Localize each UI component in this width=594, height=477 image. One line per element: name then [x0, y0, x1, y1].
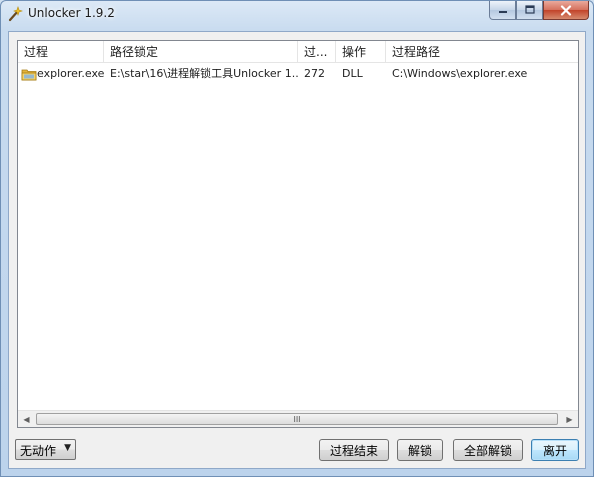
maximize-icon	[524, 5, 535, 14]
list-header: 过程 路径锁定 过... 操作 过程路径	[18, 41, 578, 63]
quit-button[interactable]: 离开	[531, 439, 579, 461]
minimize-button[interactable]	[489, 1, 516, 20]
horizontal-scrollbar[interactable]: ◀ III ▶	[18, 410, 578, 427]
action-select[interactable]: 无动作 ▼	[15, 439, 76, 460]
column-header-process-path[interactable]: 过程路径	[386, 41, 578, 63]
grip-icon: III	[293, 414, 301, 424]
scroll-right-arrow-icon: ▶	[566, 414, 573, 424]
close-icon	[560, 4, 572, 16]
wand-icon	[8, 6, 23, 22]
title-bar[interactable]: Unlocker 1.9.2	[1, 1, 593, 29]
cell-process: explorer.exe	[37, 67, 104, 80]
close-button[interactable]	[543, 1, 589, 20]
kill-process-button[interactable]: 过程结束	[319, 439, 389, 461]
cell-type: DLL	[342, 67, 363, 80]
minimize-icon	[498, 11, 507, 13]
maximize-button[interactable]	[516, 1, 543, 20]
scroll-left-button[interactable]: ◀	[18, 411, 35, 427]
cell-locked-path: E:\star\16\进程解锁工具Unlocker 1...	[110, 67, 298, 80]
scroll-right-button[interactable]: ▶	[561, 411, 578, 427]
scroll-left-arrow-icon: ◀	[23, 414, 30, 424]
window-controls	[489, 1, 589, 20]
cell-process-path: C:\Windows\explorer.exe	[392, 67, 528, 80]
unlock-all-button[interactable]: 全部解锁	[453, 439, 523, 461]
cell-pid: 272	[304, 67, 325, 80]
process-list[interactable]: 过程 路径锁定 过... 操作 过程路径 explorer.exe E:\sta…	[17, 40, 579, 428]
column-header-locked-path[interactable]: 路径锁定	[104, 41, 298, 63]
chevron-down-icon: ▼	[64, 443, 71, 453]
column-header-type[interactable]: 操作	[336, 41, 386, 63]
client-area: 过程 路径锁定 过... 操作 过程路径 explorer.exe E:\sta…	[8, 31, 586, 469]
scrollbar-thumb[interactable]: III	[36, 413, 558, 425]
window-title: Unlocker 1.9.2	[28, 6, 115, 20]
table-row[interactable]: explorer.exe E:\star\16\进程解锁工具Unlocker 1…	[18, 65, 578, 83]
column-header-process[interactable]: 过程	[18, 41, 104, 63]
unlocker-window: Unlocker 1.9.2 过程 路径锁定 过... 操作 过程路径 expl…	[0, 0, 594, 477]
column-header-pid[interactable]: 过...	[298, 41, 336, 63]
action-select-value: 无动作	[20, 444, 57, 458]
unlock-button[interactable]: 解锁	[397, 439, 443, 461]
